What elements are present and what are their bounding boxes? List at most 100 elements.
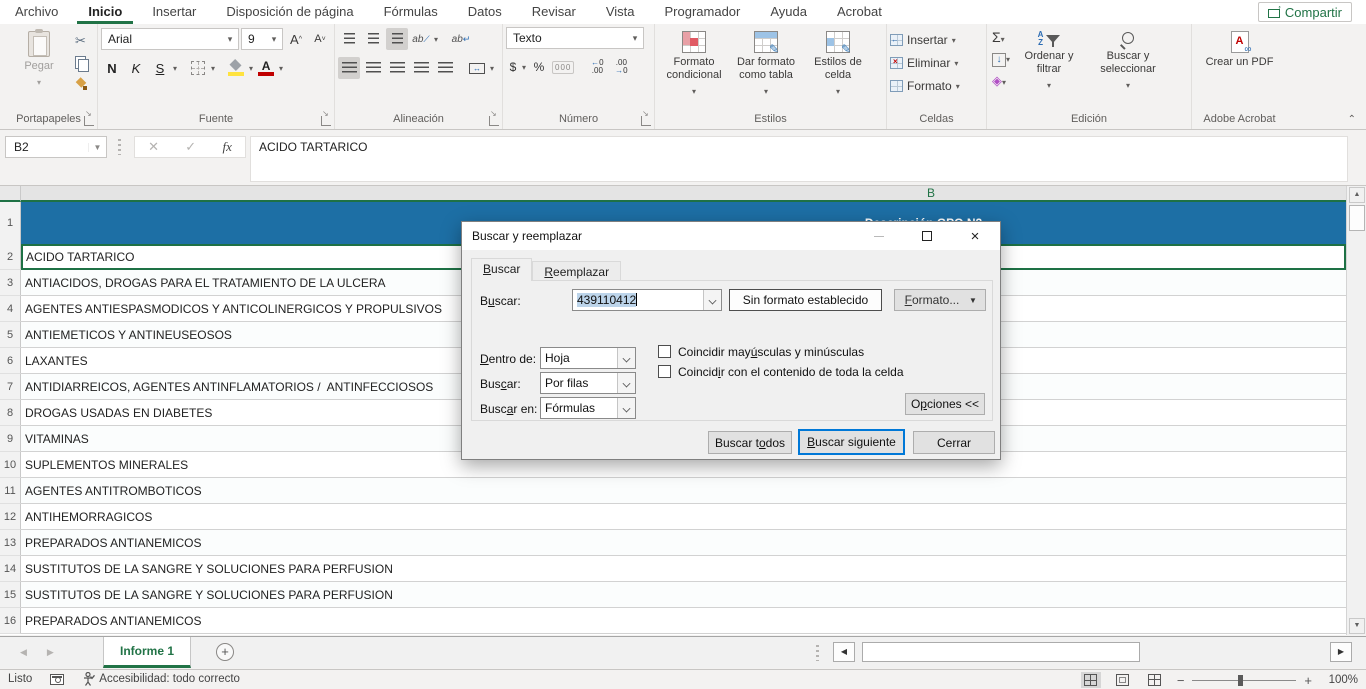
ribbon-tab-programador[interactable]: Programador bbox=[654, 1, 752, 24]
macro-record-icon[interactable] bbox=[50, 674, 64, 685]
align-center-button[interactable] bbox=[362, 57, 384, 79]
italic-button[interactable]: K bbox=[125, 57, 147, 79]
find-what-input[interactable]: 439110412 bbox=[572, 289, 722, 311]
row-header-6[interactable]: 6 bbox=[0, 348, 21, 374]
search-order-dropdown-icon[interactable] bbox=[617, 373, 635, 393]
hscroll-right-icon[interactable]: ▶ bbox=[1330, 642, 1352, 662]
comma-style-button[interactable]: 000 bbox=[552, 61, 574, 74]
tab-buscar[interactable]: Buscar bbox=[471, 258, 532, 281]
sheet-prev-icon[interactable]: ◀ bbox=[20, 647, 27, 658]
find-what-dropdown-icon[interactable] bbox=[703, 290, 721, 310]
font-color-button[interactable]: A bbox=[255, 57, 277, 79]
horizontal-scroll-thumb[interactable] bbox=[862, 642, 1140, 662]
align-left-button[interactable] bbox=[338, 57, 360, 79]
align-middle-button[interactable] bbox=[362, 28, 384, 50]
delete-cells-button[interactable]: Eliminar ▾ bbox=[890, 53, 958, 73]
font-dialog-launcher[interactable] bbox=[321, 116, 331, 126]
zoom-slider[interactable] bbox=[1192, 680, 1296, 681]
align-bottom-button[interactable] bbox=[386, 28, 408, 50]
row-header-5[interactable]: 5 bbox=[0, 322, 21, 348]
match-entire-checkbox[interactable] bbox=[658, 365, 671, 378]
view-normal-button[interactable] bbox=[1081, 672, 1101, 688]
cell-B11[interactable]: AGENTES ANTITROMBOTICOS bbox=[21, 478, 1346, 504]
insert-function-icon[interactable]: fx bbox=[222, 139, 231, 155]
match-case-checkbox[interactable] bbox=[658, 345, 671, 358]
fill-button[interactable]: ↓▾ bbox=[992, 51, 1010, 67]
copy-button[interactable] bbox=[75, 56, 88, 71]
cut-button[interactable]: ✂ bbox=[75, 33, 88, 49]
vertical-scroll-thumb[interactable] bbox=[1349, 205, 1365, 231]
column-header-strip[interactable]: B bbox=[21, 186, 1346, 202]
row-header-7[interactable]: 7 bbox=[0, 374, 21, 400]
paste-button[interactable]: Pegar ▾ bbox=[3, 27, 75, 89]
clipboard-dialog-launcher[interactable] bbox=[84, 116, 94, 126]
grid-row-16[interactable]: 16PREPARADOS ANTIANEMICOS bbox=[0, 608, 1346, 634]
format-cells-button[interactable]: Formato ▾ bbox=[890, 76, 960, 96]
decrease-font-button[interactable]: A˅ bbox=[309, 28, 331, 50]
select-all-corner[interactable] bbox=[0, 186, 21, 202]
view-page-layout-button[interactable] bbox=[1113, 672, 1133, 688]
row-header-4[interactable]: 4 bbox=[0, 296, 21, 322]
formula-input[interactable]: ACIDO TARTARICO bbox=[250, 136, 1348, 182]
currency-button[interactable]: $ bbox=[506, 56, 520, 78]
insert-cells-button[interactable]: Insertar ▾ bbox=[890, 30, 956, 50]
ribbon-tab-acrobat[interactable]: Acrobat bbox=[826, 1, 893, 24]
align-right-button[interactable] bbox=[386, 57, 408, 79]
look-in-dropdown-icon[interactable] bbox=[617, 398, 635, 418]
zoom-out-button[interactable]: − bbox=[1177, 673, 1185, 688]
font-name-combo[interactable]: Arial ▾ bbox=[101, 28, 239, 50]
within-dropdown-icon[interactable] bbox=[617, 348, 635, 368]
ribbon-tab-revisar[interactable]: Revisar bbox=[521, 1, 587, 24]
view-page-break-button[interactable] bbox=[1145, 672, 1165, 688]
orientation-button[interactable]: ab⟋ bbox=[410, 28, 432, 50]
search-order-combo[interactable]: Por filas bbox=[540, 372, 636, 394]
clear-button[interactable]: ◈▾ bbox=[992, 73, 1010, 89]
row-header-11[interactable]: 11 bbox=[0, 478, 21, 504]
ribbon-tab-insertar[interactable]: Insertar bbox=[141, 1, 207, 24]
increase-decimal-button[interactable]: ←0.00 bbox=[586, 56, 608, 78]
cell-B13[interactable]: PREPARADOS ANTIANEMICOS bbox=[21, 530, 1346, 556]
formula-bar-splitter[interactable] bbox=[118, 139, 121, 155]
grid-row-14[interactable]: 14SUSTITUTOS DE LA SANGRE Y SOLUCIONES P… bbox=[0, 556, 1346, 582]
row-header-8[interactable]: 8 bbox=[0, 400, 21, 426]
fill-color-button[interactable] bbox=[225, 57, 247, 79]
enter-icon[interactable]: ✓ bbox=[185, 139, 196, 155]
row-header-3[interactable]: 3 bbox=[0, 270, 21, 296]
grid-row-13[interactable]: 13PREPARADOS ANTIANEMICOS bbox=[0, 530, 1346, 556]
tab-reemplazar[interactable]: Reemplazar bbox=[532, 261, 621, 281]
increase-font-button[interactable]: A^ bbox=[285, 28, 307, 50]
row-header-2[interactable]: 2 bbox=[0, 244, 21, 270]
format-button[interactable]: Formato... ▼ bbox=[894, 289, 986, 311]
find-select-button[interactable]: Buscar y seleccionar ▾ bbox=[1084, 27, 1172, 92]
decrease-decimal-button[interactable]: .00→0 bbox=[610, 56, 632, 78]
name-box[interactable]: B2 ▼ bbox=[5, 136, 107, 158]
borders-button[interactable] bbox=[187, 57, 209, 79]
options-button[interactable]: Opciones << bbox=[905, 393, 985, 415]
cell-B16[interactable]: PREPARADOS ANTIANEMICOS bbox=[21, 608, 1346, 634]
ribbon-tab-inicio[interactable]: Inicio bbox=[77, 1, 133, 24]
ribbon-tab-archivo[interactable]: Archivo bbox=[4, 1, 69, 24]
sort-filter-button[interactable]: AZ Ordenar y filtrar ▾ bbox=[1014, 27, 1084, 92]
zoom-in-button[interactable]: + bbox=[1304, 673, 1312, 688]
new-sheet-button[interactable]: + bbox=[216, 643, 234, 661]
cell-styles-button[interactable]: Estilos de celda ▾ bbox=[802, 27, 874, 98]
ribbon-tab-ayuda[interactable]: Ayuda bbox=[759, 1, 818, 24]
row-header-1[interactable]: 1 bbox=[0, 202, 21, 244]
alignment-dialog-launcher[interactable] bbox=[489, 116, 499, 126]
increase-indent-button[interactable] bbox=[434, 57, 456, 79]
ribbon-tab-fórmulas[interactable]: Fórmulas bbox=[373, 1, 449, 24]
row-header-15[interactable]: 15 bbox=[0, 582, 21, 608]
row-header-13[interactable]: 13 bbox=[0, 530, 21, 556]
look-in-combo[interactable]: Fórmulas bbox=[540, 397, 636, 419]
row-header-9[interactable]: 9 bbox=[0, 426, 21, 452]
wrap-text-button[interactable]: ab↵ bbox=[450, 28, 472, 50]
find-next-button[interactable]: Buscar siguiente bbox=[798, 429, 905, 455]
hscroll-left-icon[interactable]: ◀ bbox=[833, 642, 855, 662]
within-combo[interactable]: Hoja bbox=[540, 347, 636, 369]
cell-B14[interactable]: SUSTITUTOS DE LA SANGRE Y SOLUCIONES PAR… bbox=[21, 556, 1346, 582]
zoom-slider-thumb[interactable] bbox=[1238, 675, 1243, 686]
grid-row-12[interactable]: 12ANTIHEMORRAGICOS bbox=[0, 504, 1346, 530]
ribbon-tab-vista[interactable]: Vista bbox=[595, 1, 646, 24]
zoom-level[interactable]: 100% bbox=[1324, 674, 1358, 686]
find-all-button[interactable]: Buscar todos bbox=[708, 431, 792, 454]
